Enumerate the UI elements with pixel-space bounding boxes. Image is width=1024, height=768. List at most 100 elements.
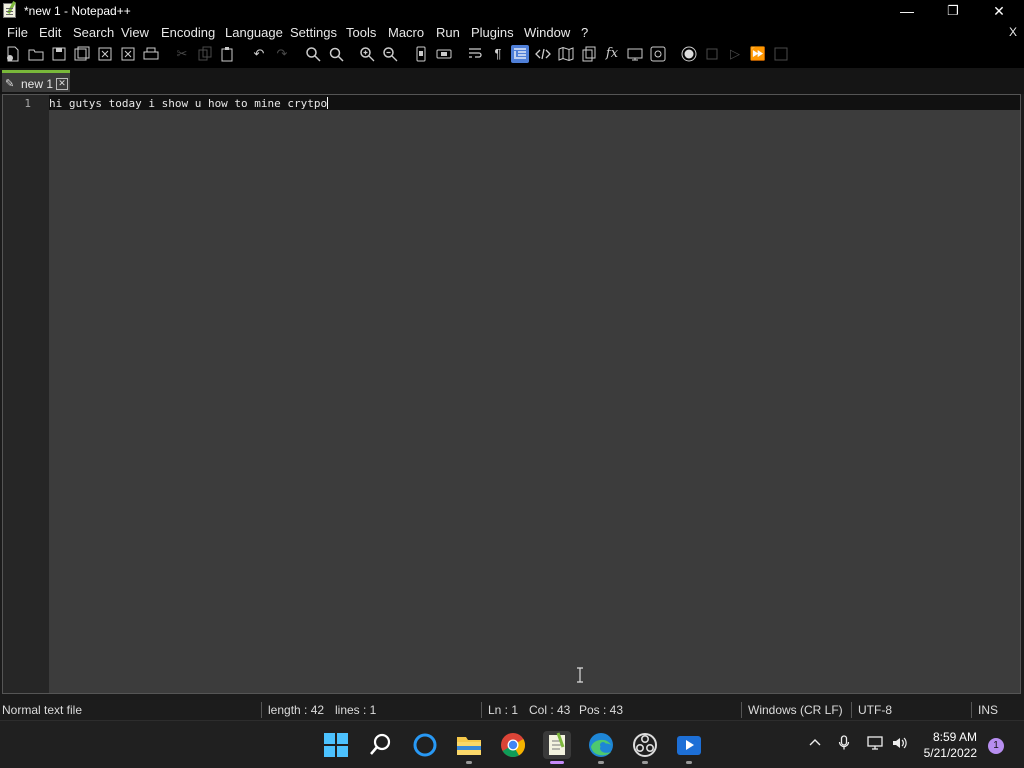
maximize-button[interactable]: ❐: [930, 0, 976, 22]
sync-horizontal-icon[interactable]: [435, 45, 453, 63]
paste-icon[interactable]: [219, 45, 237, 63]
menu-settings[interactable]: Settings: [290, 25, 337, 40]
editor-text: hi gutys today i show u how to mine cryt…: [49, 97, 328, 110]
file-explorer-icon[interactable]: [455, 731, 483, 759]
status-bar: Normal text file length : 42 lines : 1 L…: [0, 700, 1024, 720]
menu-file[interactable]: File: [7, 25, 28, 40]
tab-close-icon[interactable]: ✕: [56, 78, 68, 90]
menu-help[interactable]: ?: [581, 25, 588, 40]
copy-icon[interactable]: [196, 45, 214, 63]
sync-vertical-icon[interactable]: [412, 45, 430, 63]
play-macro-icon[interactable]: ▷: [726, 45, 744, 63]
close-document-button[interactable]: X: [1009, 25, 1017, 39]
menu-view[interactable]: View: [121, 25, 149, 40]
function-list-icon[interactable]: fx: [603, 45, 621, 63]
line-number: 1: [24, 97, 31, 110]
network-icon[interactable]: [866, 735, 884, 751]
word-wrap-icon[interactable]: [466, 45, 484, 63]
undo-icon[interactable]: ↶: [250, 45, 268, 63]
menu-run[interactable]: Run: [436, 25, 460, 40]
edge-icon[interactable]: [587, 731, 615, 759]
notepadpp-icon[interactable]: [543, 731, 571, 759]
find-icon[interactable]: [304, 45, 322, 63]
menu-bar: File Edit Search View Encoding Language …: [0, 22, 1024, 42]
status-eol-format[interactable]: Windows (CR LF): [748, 703, 843, 717]
status-divider: [261, 702, 262, 718]
menu-window[interactable]: Window: [524, 25, 570, 40]
close-button[interactable]: ✕: [976, 0, 1022, 22]
show-all-characters-icon[interactable]: ¶: [489, 45, 507, 63]
line-number-gutter: 1: [3, 95, 49, 693]
user-defined-language-icon[interactable]: [534, 45, 552, 63]
cortana-icon[interactable]: [411, 731, 439, 759]
editor-area[interactable]: 1 hi gutys today i show u how to mine cr…: [2, 94, 1021, 694]
replace-icon[interactable]: [327, 45, 345, 63]
search-icon[interactable]: [367, 731, 395, 759]
zoom-in-icon[interactable]: [358, 45, 376, 63]
obs-icon[interactable]: [631, 731, 659, 759]
save-macro-icon[interactable]: [772, 45, 790, 63]
status-position: Pos : 43: [579, 703, 624, 717]
close-file-icon[interactable]: [96, 45, 114, 63]
status-column: Col : 43: [529, 703, 571, 717]
run-macro-multiple-icon[interactable]: ⏩: [749, 45, 767, 63]
taskbar: 8:59 AM 5/21/2022 1: [0, 720, 1024, 768]
menu-edit[interactable]: Edit: [39, 25, 61, 40]
editor-line-1[interactable]: hi gutys today i show u how to mine cryt…: [49, 97, 329, 110]
ibeam-cursor-icon: [577, 667, 583, 683]
menu-plugins[interactable]: Plugins: [471, 25, 514, 40]
print-icon[interactable]: [142, 45, 160, 63]
status-encoding[interactable]: UTF-8: [858, 703, 892, 717]
status-file-type: Normal text file: [2, 703, 83, 717]
status-divider: [851, 702, 852, 718]
title-bar: *new 1 - Notepad++ — ❐ ✕: [0, 0, 1024, 22]
cut-icon[interactable]: ✂: [173, 45, 191, 63]
close-all-icon[interactable]: [119, 45, 137, 63]
tab-new-1[interactable]: ✎ new 1 ✕: [2, 70, 70, 92]
media-player-icon[interactable]: [675, 731, 703, 759]
running-indicator: [598, 761, 604, 764]
start-icon[interactable]: [322, 731, 350, 759]
menu-language[interactable]: Language: [225, 25, 283, 40]
chrome-icon[interactable]: [499, 731, 527, 759]
chevron-up-icon[interactable]: [808, 735, 822, 749]
tab-bar: ✎ new 1 ✕: [0, 68, 1024, 94]
menu-macro[interactable]: Macro: [388, 25, 424, 40]
minimize-button[interactable]: —: [884, 0, 930, 22]
status-divider: [741, 702, 742, 718]
save-all-icon[interactable]: [73, 45, 91, 63]
clock-date: 5/21/2022: [923, 746, 977, 760]
status-lines: lines : 1: [335, 703, 377, 717]
notepadpp-app-icon[interactable]: [3, 3, 16, 18]
indent-guide-icon[interactable]: [511, 45, 529, 63]
menu-encoding[interactable]: Encoding: [161, 25, 215, 40]
folder-as-workspace-icon[interactable]: [626, 45, 644, 63]
document-map-icon[interactable]: [557, 45, 575, 63]
system-clock[interactable]: 8:59 AM 5/21/2022: [924, 729, 977, 761]
menu-search[interactable]: Search: [73, 25, 114, 40]
menu-tools[interactable]: Tools: [346, 25, 376, 40]
microphone-icon[interactable]: [838, 735, 850, 751]
clock-time: 8:59 AM: [932, 730, 977, 744]
active-indicator: [550, 761, 564, 764]
status-length: length : 42: [268, 703, 325, 717]
new-file-icon[interactable]: [4, 45, 22, 63]
volume-icon[interactable]: [891, 735, 909, 751]
toolbar: ✂ ↶ ↷ ¶ fx ▷ ⏩: [0, 42, 1024, 68]
status-insert-mode[interactable]: INS: [978, 703, 998, 717]
pencil-icon: ✎: [5, 78, 15, 90]
monitoring-icon[interactable]: [649, 45, 667, 63]
record-macro-icon[interactable]: [680, 45, 698, 63]
save-icon[interactable]: [50, 45, 68, 63]
open-file-icon[interactable]: [27, 45, 45, 63]
running-indicator: [686, 761, 692, 764]
redo-icon[interactable]: ↷: [273, 45, 291, 63]
status-divider: [971, 702, 972, 718]
notification-badge[interactable]: 1: [988, 738, 1004, 754]
window-title: *new 1 - Notepad++: [24, 4, 131, 18]
running-indicator: [466, 761, 472, 764]
document-list-icon[interactable]: [580, 45, 598, 63]
tab-label: new 1: [21, 77, 54, 91]
stop-recording-icon[interactable]: [703, 45, 721, 63]
zoom-out-icon[interactable]: [381, 45, 399, 63]
